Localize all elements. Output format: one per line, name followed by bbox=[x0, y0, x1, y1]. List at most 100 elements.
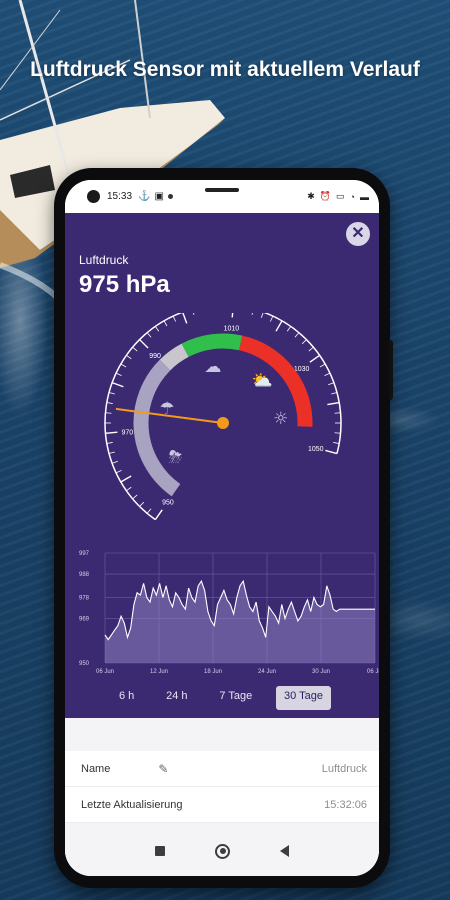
gauge-tick-label: 990 bbox=[149, 353, 161, 360]
gauge-tick bbox=[286, 326, 292, 332]
notification-icon: ⚓ bbox=[138, 191, 151, 202]
gauge-tick bbox=[172, 315, 177, 322]
name-row[interactable]: Name ✎ Luftdruck bbox=[65, 751, 379, 787]
updated-label: Letzte Aktualisierung bbox=[81, 798, 183, 811]
back-button[interactable] bbox=[280, 845, 289, 857]
close-button[interactable]: ✕ bbox=[346, 222, 370, 246]
gauge-tick bbox=[324, 372, 331, 377]
phone-side-button bbox=[389, 340, 393, 400]
chart-x-tick-label: 18 Jun bbox=[204, 669, 222, 675]
chart-y-tick-label: 988 bbox=[79, 572, 90, 578]
camera-icon bbox=[87, 190, 100, 203]
gauge-tick bbox=[275, 320, 283, 332]
chart-y-tick-label: 997 bbox=[79, 551, 90, 557]
chart-x-tick-label: 06 Jun bbox=[96, 669, 114, 675]
gauge-tick bbox=[108, 451, 115, 454]
gauge-tick bbox=[106, 402, 113, 404]
gauge-tick bbox=[231, 313, 234, 318]
range-button-1[interactable]: 24 h bbox=[158, 686, 195, 710]
speaker-notch bbox=[205, 188, 239, 192]
gauge-tick bbox=[126, 486, 132, 492]
gauge-tick bbox=[325, 449, 338, 455]
wifi-icon: ◔ bbox=[349, 191, 355, 202]
gauge-tick bbox=[328, 382, 335, 386]
gauge-tick bbox=[294, 332, 300, 338]
navigation-bar bbox=[65, 826, 379, 876]
updated-value: 15:32:06 bbox=[324, 798, 367, 811]
gauge-tick bbox=[154, 509, 163, 521]
gauge-tick bbox=[105, 431, 118, 434]
gauge-tick bbox=[308, 346, 314, 352]
gauge-tick bbox=[120, 475, 132, 483]
gauge-tick bbox=[331, 392, 338, 395]
edit-icon[interactable]: ✎ bbox=[158, 762, 168, 776]
bluetooth-icon: ✱ bbox=[307, 191, 315, 201]
gauge-tick bbox=[139, 339, 149, 349]
gauge-tick bbox=[301, 339, 307, 345]
gauge-tick bbox=[333, 442, 340, 444]
pressure-history-chart: 997 988 978 969 950 06 Jun 12 Jun 18 Jun 24 Jun 3… bbox=[79, 551, 379, 675]
gauge-band-neutral bbox=[159, 343, 189, 371]
range-selector: 6 h 24 h 7 Tage 30 Tage bbox=[111, 686, 331, 710]
gauge-band-normal bbox=[181, 333, 243, 358]
gauge-tick bbox=[115, 469, 122, 474]
status-bar: 15:33 ⚓ ▣ ✱ ⏰ ▭ ◔ ▬ bbox=[65, 180, 379, 213]
gauge-tick bbox=[327, 401, 340, 406]
gauge-tick bbox=[334, 432, 341, 434]
gauge-tick bbox=[319, 363, 326, 368]
gauge-tick bbox=[126, 354, 132, 360]
gauge-tick bbox=[146, 508, 152, 514]
gauge-tick bbox=[182, 313, 188, 324]
gauge-tick-label: 970 bbox=[122, 429, 134, 436]
gauge-tick bbox=[111, 381, 124, 388]
home-button[interactable] bbox=[215, 843, 230, 859]
partly-sunny-icon: ⛅ bbox=[252, 371, 273, 391]
chart-y-tick-label: 969 bbox=[79, 617, 90, 623]
gauge-tick bbox=[111, 460, 118, 464]
updated-row: Letzte Aktualisierung 15:32:06 bbox=[65, 787, 379, 823]
gauge-needle-hub bbox=[217, 417, 229, 429]
gauge-tick bbox=[139, 501, 145, 507]
notification-icons: ⚓ ▣ bbox=[138, 191, 173, 202]
details-list: Name ✎ Luftdruck Letzte Aktualisierung 1… bbox=[65, 751, 379, 823]
gauge-tick bbox=[309, 354, 321, 363]
gauge-tick-label: 950 bbox=[162, 500, 174, 507]
range-button-0[interactable]: 6 h bbox=[111, 686, 142, 710]
chart-y-tick-label: 950 bbox=[79, 661, 90, 667]
storm-icon: ⛈ bbox=[169, 447, 183, 467]
gauge-tick bbox=[193, 313, 195, 315]
sensor-label: Luftdruck bbox=[79, 253, 129, 267]
range-button-2[interactable]: 7 Tage bbox=[211, 686, 260, 710]
name-value: Luftdruck bbox=[321, 762, 367, 775]
gauge-tick bbox=[260, 313, 264, 318]
chart-x-tick-label: 24 Jun bbox=[258, 669, 276, 675]
recent-apps-button[interactable] bbox=[155, 846, 165, 856]
gauge-tick bbox=[108, 392, 115, 395]
alarm-icon: ⏰ bbox=[319, 191, 332, 201]
gauge-tick bbox=[146, 332, 152, 338]
gauge-tick bbox=[132, 346, 138, 352]
status-time: 15:33 bbox=[107, 191, 133, 202]
gauge-tick-label: 1010 bbox=[224, 325, 240, 332]
dot-icon bbox=[167, 194, 173, 199]
gauge-tick bbox=[132, 494, 138, 500]
sun-icon: ☼ bbox=[273, 409, 288, 429]
sensor-value: 975 hPa bbox=[79, 271, 170, 298]
range-button-3[interactable]: 30 Tage bbox=[276, 686, 331, 710]
gauge-tick bbox=[163, 320, 168, 327]
system-icons: ✱ ⏰ ▭ ◔ ▬ bbox=[307, 191, 369, 202]
gauge-tick bbox=[120, 363, 127, 368]
gauge-tick bbox=[334, 412, 341, 414]
gauge-tick bbox=[154, 326, 160, 332]
gauge-tick bbox=[269, 315, 274, 322]
gauge-tick bbox=[106, 442, 113, 444]
gauge-tick bbox=[115, 372, 122, 377]
gauge-tick-label: 1050 bbox=[308, 446, 324, 453]
chart-y-tick-label: 978 bbox=[79, 595, 90, 601]
nfc-icon: ▭ bbox=[336, 191, 345, 201]
chart-x-tick-label: 12 Jun bbox=[150, 669, 168, 675]
pressure-panel: ✕ Luftdruck 975 hPa 950 970 990 1010 1030 105… bbox=[65, 213, 379, 718]
gauge-tick bbox=[105, 412, 112, 414]
phone-screen: 15:33 ⚓ ▣ ✱ ⏰ ▭ ◔ ▬ ✕ Luftdruck 975 hPa … bbox=[65, 180, 379, 876]
battery-icon: ▬ bbox=[360, 191, 369, 202]
